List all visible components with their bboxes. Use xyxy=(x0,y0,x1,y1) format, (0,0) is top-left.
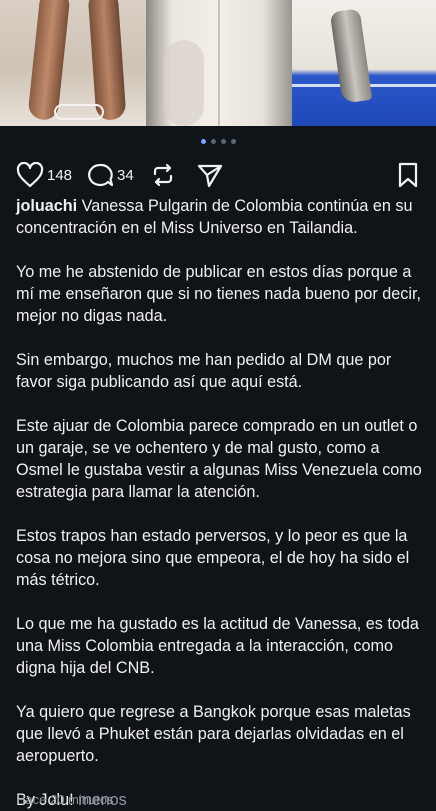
caption-paragraph: Lo que me ha gustado es la actitud de Va… xyxy=(16,615,419,677)
username-link[interactable]: joluachi xyxy=(16,197,77,215)
heart-icon xyxy=(16,162,44,188)
photo-legs-sandals xyxy=(0,0,146,126)
caption-paragraph: Sin embargo, muchos me han pedido al DM … xyxy=(16,351,392,391)
repost-button[interactable] xyxy=(150,162,176,188)
carousel-dot xyxy=(230,139,236,144)
bookmark-icon xyxy=(398,162,418,188)
caption-paragraph: Este ajuar de Colombia parece comprado e… xyxy=(16,417,422,501)
photo-white-pants xyxy=(146,0,292,126)
caption-first-paragraph: joluachi Vanessa Pulgarin de Colombia co… xyxy=(16,195,424,239)
photo-silver-heel xyxy=(292,0,436,126)
caption-paragraph: Yo me he abstenido de publicar en estos … xyxy=(16,263,421,325)
share-button[interactable] xyxy=(196,162,224,188)
post-caption: joluachi Vanessa Pulgarin de Colombia co… xyxy=(16,195,424,811)
carousel-dot xyxy=(220,139,226,144)
post-actions: 148 34 xyxy=(16,158,420,192)
like-button[interactable]: 148 xyxy=(16,162,72,188)
carousel-indicator xyxy=(0,139,436,144)
carousel-dot xyxy=(210,139,216,144)
send-icon xyxy=(197,164,222,188)
carousel-image[interactable] xyxy=(0,0,436,126)
repost-icon xyxy=(153,163,172,187)
comment-count: 34 xyxy=(117,166,134,184)
caption-paragraph: Ya quiero que regrese a Bangkok porque e… xyxy=(16,703,411,765)
comment-button[interactable]: 34 xyxy=(86,162,134,188)
comment-bubble-icon xyxy=(88,163,114,187)
save-button[interactable] xyxy=(396,162,420,188)
carousel-dot xyxy=(200,139,206,144)
like-count: 148 xyxy=(47,166,73,184)
caption-paragraph: Estos trapos han estado perversos, y lo … xyxy=(16,527,410,589)
